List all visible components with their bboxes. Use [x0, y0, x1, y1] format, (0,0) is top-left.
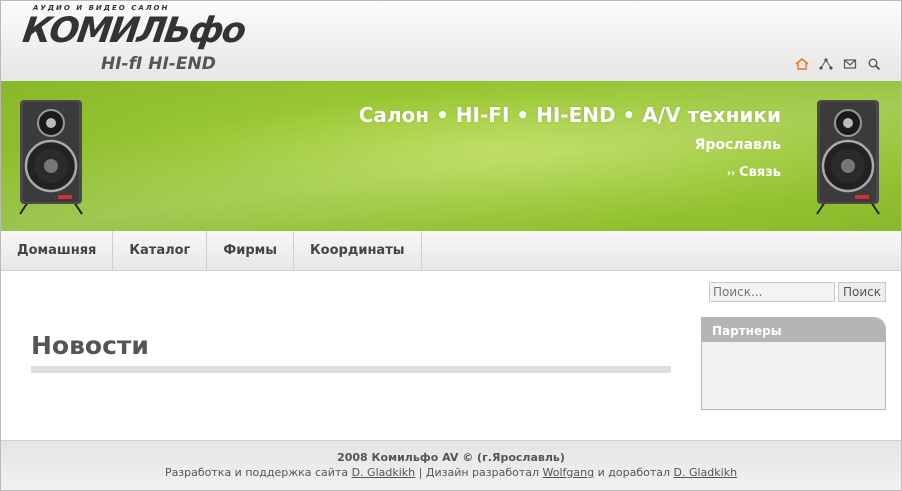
credits-design-text: Дизайн разработал [425, 466, 540, 479]
top-icon-bar [795, 56, 881, 71]
mail-icon[interactable] [843, 56, 857, 70]
contact-link-label: Связь [739, 165, 781, 180]
sitemap-icon[interactable] [819, 56, 833, 70]
hero-banner: Салон • HI-FI • HI-END • A/V техники Яро… [1, 81, 901, 231]
logo-name: КОМИЛЬфо [20, 11, 247, 51]
speaker-image-left [19, 100, 83, 215]
page-frame: АУДИО И ВИДЕО САЛОН КОМИЛЬфо HI-fI HI-EN… [0, 0, 902, 491]
link-arrow-icon: ›› [726, 168, 736, 179]
credits: Разработка и поддержка сайта D. Gladkikh… [1, 466, 901, 479]
partners-box: Партнеры [701, 317, 886, 410]
speaker-image-right [816, 100, 880, 215]
main-nav: Домашняя Каталог Фирмы Координаты [1, 231, 901, 271]
contact-link[interactable]: ›› Связь [727, 165, 781, 180]
nav-item-catalog[interactable]: Каталог [113, 231, 208, 270]
logo-subtitle: HI-fI HI-END [101, 54, 216, 74]
nav-item-brands[interactable]: Фирмы [207, 231, 295, 270]
dev-link[interactable]: D. Gladkikh [352, 466, 416, 479]
banner-title: Салон • HI-FI • HI-END • A/V техники [358, 103, 781, 127]
search-form: Поиск [708, 282, 886, 302]
home-icon[interactable] [795, 56, 809, 70]
partners-title: Партнеры [702, 318, 885, 342]
credits-dev-text: Разработка и поддержка сайта [164, 466, 349, 479]
copyright: 2008 Комильфо AV © (г.Ярославль) [337, 451, 565, 464]
nav-item-contacts[interactable]: Координаты [294, 231, 422, 270]
page-title: Новости [31, 331, 149, 360]
designer-link[interactable]: Wolfgang [543, 466, 595, 479]
credits-and-text: и доработал [597, 466, 671, 479]
nav-item-home[interactable]: Домашняя [1, 231, 114, 270]
site-header: АУДИО И ВИДЕО САЛОН КОМИЛЬфо HI-fI HI-EN… [1, 1, 901, 81]
maintainer-link[interactable]: D. Gladkikh [674, 466, 738, 479]
site-logo[interactable]: АУДИО И ВИДЕО САЛОН КОМИЛЬфо HI-fI HI-EN… [20, 4, 247, 78]
search-icon[interactable] [867, 56, 881, 71]
search-button[interactable]: Поиск [837, 282, 886, 302]
banner-city: Ярославль [694, 137, 781, 153]
site-footer: 2008 Комильфо AV © (г.Ярославль) Разрабо… [1, 440, 901, 490]
title-underline [31, 366, 671, 373]
main-content: Поиск Новости Партнеры [1, 271, 901, 440]
search-input[interactable] [708, 282, 835, 302]
credits-separator: | [418, 466, 423, 479]
